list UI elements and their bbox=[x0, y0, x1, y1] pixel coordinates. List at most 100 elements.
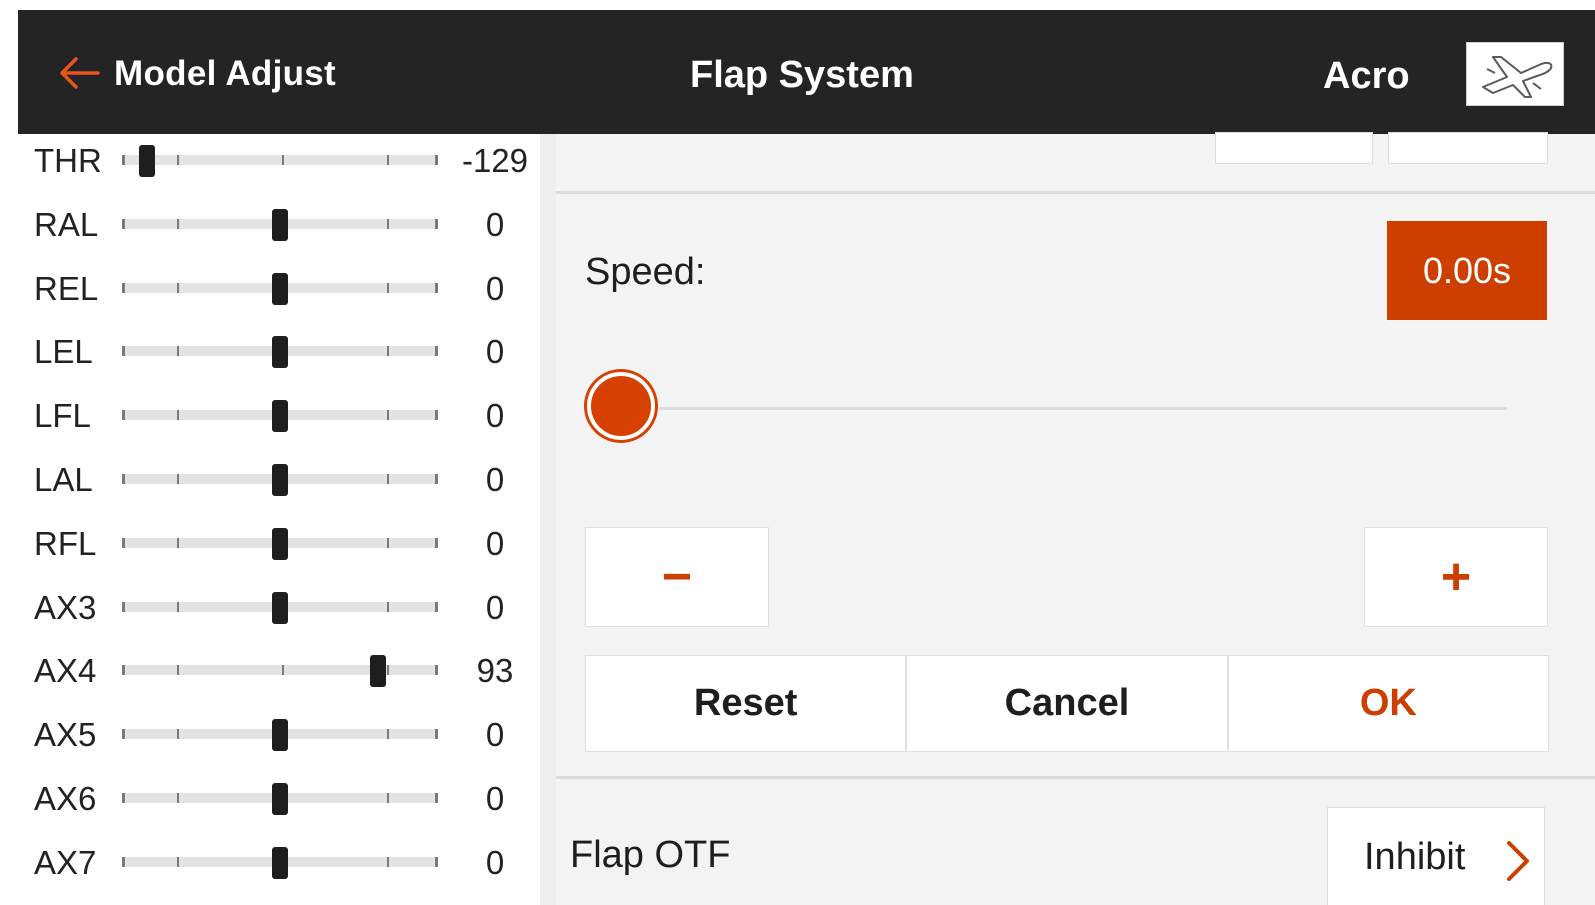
page-title: Flap System bbox=[690, 54, 914, 96]
channel-position-marker bbox=[272, 272, 288, 305]
model-type-label: Acro bbox=[1323, 55, 1410, 97]
channel-row: AX3 0 bbox=[18, 581, 540, 631]
channel-bar-tick bbox=[177, 793, 179, 803]
channel-bar-tick bbox=[387, 856, 389, 867]
channel-bar-tick bbox=[177, 410, 179, 421]
channel-value: 0 bbox=[485, 843, 505, 881]
channel-position-marker bbox=[369, 655, 386, 688]
channel-bar-tick bbox=[387, 729, 389, 740]
channel-bar-tick bbox=[177, 537, 179, 548]
channel-bar-tick bbox=[387, 218, 389, 229]
top-border bbox=[0, 0, 1595, 10]
channel-row: AX6 0 bbox=[18, 772, 540, 822]
channel-bar-tick bbox=[387, 537, 389, 548]
channel-value: 0 bbox=[485, 269, 505, 307]
model-icon-box bbox=[1466, 42, 1564, 106]
channel-bar-tick bbox=[387, 474, 389, 484]
channel-value: 0 bbox=[485, 397, 505, 435]
speed-value-text: 0.00s bbox=[1422, 249, 1512, 291]
channel-value: 0 bbox=[485, 205, 505, 243]
channel-value: 0 bbox=[485, 333, 505, 371]
channel-value: 0 bbox=[485, 524, 505, 562]
channel-bar-tick bbox=[387, 155, 389, 165]
cancel-button[interactable]: Cancel bbox=[907, 656, 1229, 751]
panel-divider bbox=[540, 134, 556, 905]
channel-bar-tick bbox=[177, 729, 179, 740]
channel-bar-tick bbox=[387, 601, 389, 612]
channel-label: RAL bbox=[34, 205, 99, 243]
channel-value: 0 bbox=[485, 461, 505, 498]
speed-value-field[interactable]: 0.00s bbox=[1387, 221, 1547, 320]
screen: Model Adjust Flap System Acro THR -129 RAL… bbox=[0, 0, 1595, 905]
channel-row: LAL 0 bbox=[18, 453, 540, 503]
channel-row: RAL 0 bbox=[18, 198, 540, 248]
channel-label: AX7 bbox=[34, 843, 97, 881]
action-bar: Reset Cancel OK bbox=[585, 655, 1549, 752]
partial-field-left bbox=[1215, 132, 1373, 164]
plus-icon: + bbox=[1440, 548, 1472, 606]
increment-button[interactable]: + bbox=[1364, 527, 1548, 627]
speed-slider-knob[interactable] bbox=[587, 372, 655, 440]
channel-label: REL bbox=[34, 269, 99, 307]
channel-bar-tick bbox=[177, 856, 179, 867]
channel-value: -129 bbox=[461, 142, 529, 179]
back-button[interactable]: Model Adjust bbox=[114, 54, 336, 94]
minus-icon: − bbox=[661, 548, 693, 606]
channel-position-marker bbox=[139, 145, 156, 177]
channel-label: LAL bbox=[34, 461, 93, 498]
airplane-icon bbox=[1482, 56, 1553, 98]
channel-bar-tick bbox=[177, 218, 179, 229]
channel-position-marker bbox=[272, 846, 288, 879]
channel-label: THR bbox=[34, 142, 102, 179]
left-border bbox=[0, 0, 18, 905]
header-bar: Model Adjust Flap System Acro bbox=[18, 10, 1595, 134]
channel-label: LEL bbox=[34, 333, 93, 371]
channel-label: RFL bbox=[34, 524, 97, 562]
channel-row: THR -129 bbox=[18, 134, 540, 184]
channel-position-marker bbox=[272, 783, 288, 815]
channel-position-marker bbox=[272, 719, 288, 752]
top-separator bbox=[556, 191, 1595, 194]
channel-row: REL 0 bbox=[18, 262, 540, 312]
channel-bar-tick bbox=[177, 282, 179, 293]
bottom-separator bbox=[556, 776, 1595, 779]
channel-bar-tick bbox=[387, 665, 389, 676]
channel-bar-tick bbox=[177, 346, 179, 357]
reset-button[interactable]: Reset bbox=[586, 656, 908, 751]
back-arrow-icon[interactable] bbox=[58, 56, 100, 90]
ok-button[interactable]: OK bbox=[1229, 656, 1548, 751]
channel-value: 0 bbox=[485, 716, 505, 754]
channel-bar bbox=[122, 665, 438, 676]
channel-value: 0 bbox=[485, 588, 505, 626]
channel-position-marker bbox=[272, 208, 288, 241]
channel-position-marker bbox=[272, 591, 288, 624]
flap-otf-select[interactable]: Inhibit bbox=[1327, 807, 1545, 905]
channel-position-marker bbox=[272, 400, 288, 433]
channel-bar-tick bbox=[177, 601, 179, 612]
flap-otf-label: Flap OTF bbox=[570, 834, 731, 876]
channel-bar-tick bbox=[282, 665, 284, 676]
channel-bar bbox=[122, 155, 438, 165]
channel-bar-tick bbox=[387, 793, 389, 803]
channel-position-marker bbox=[272, 527, 288, 560]
channel-label: LFL bbox=[34, 397, 91, 435]
channel-bar-tick bbox=[177, 665, 179, 676]
channel-bar-tick bbox=[387, 410, 389, 421]
channel-row: AX4 93 bbox=[18, 644, 540, 694]
channel-label: AX4 bbox=[34, 652, 97, 690]
channel-monitor: THR -129 RAL 0 REL 0 LEL 0 LFL 0 LAL 0 RFL 0 AX3 0 AX4 93… bbox=[18, 134, 540, 905]
channel-row: AX7 0 bbox=[18, 836, 540, 886]
channel-row: AX5 0 bbox=[18, 708, 540, 758]
flap-otf-value: Inhibit bbox=[1364, 836, 1466, 878]
channel-bar-tick bbox=[282, 155, 284, 165]
channel-bar-tick bbox=[177, 474, 179, 484]
speed-editor-panel: Speed: 0.00s − + Reset Cancel OK Flap OT… bbox=[556, 132, 1595, 905]
channel-row: RFL 0 bbox=[18, 517, 540, 567]
decrement-button[interactable]: − bbox=[585, 527, 769, 627]
channel-row: LEL 0 bbox=[18, 325, 540, 375]
speed-slider-track[interactable] bbox=[659, 407, 1507, 410]
chevron-right-icon bbox=[1507, 841, 1529, 881]
speed-label: Speed: bbox=[585, 251, 706, 293]
channel-label: AX5 bbox=[34, 716, 97, 754]
channel-label: AX6 bbox=[34, 780, 97, 817]
